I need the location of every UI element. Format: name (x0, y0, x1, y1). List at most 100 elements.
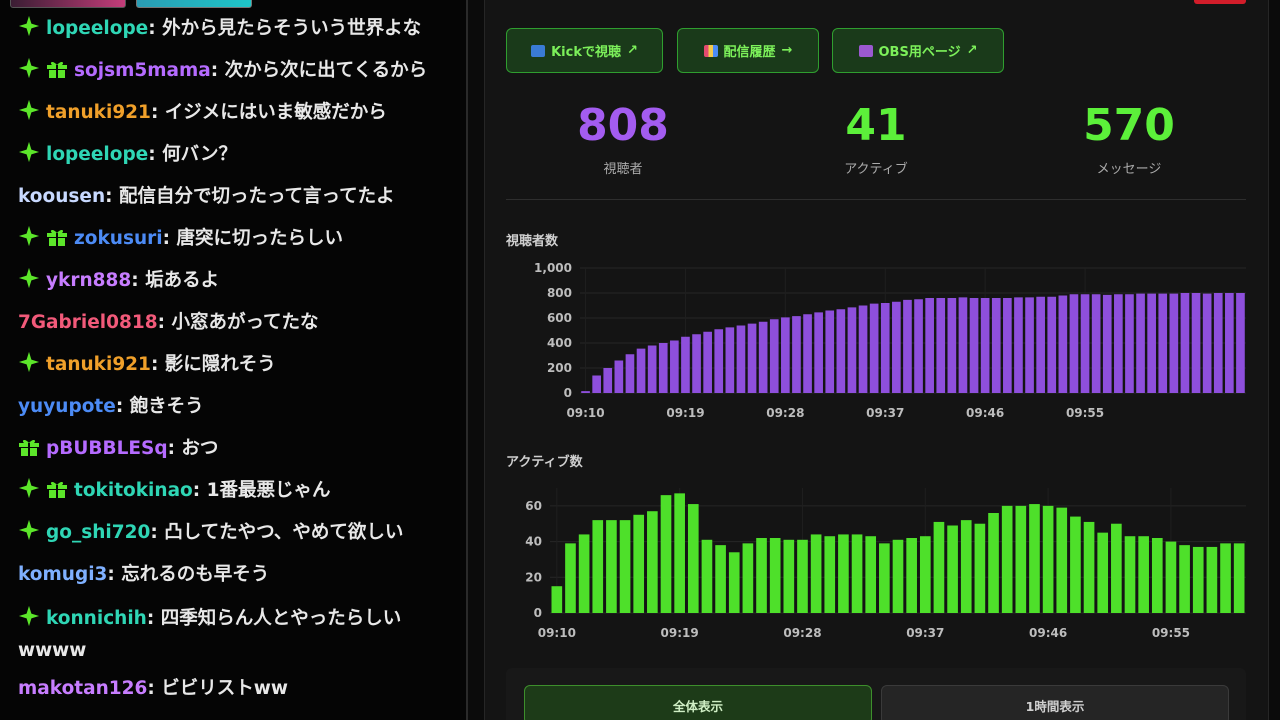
chart-bar[interactable] (919, 536, 931, 613)
chart-bar[interactable] (592, 375, 601, 394)
chat-username[interactable]: go_shi720 (46, 522, 150, 543)
chart-bar[interactable] (1001, 505, 1013, 613)
chart-bar[interactable] (1136, 293, 1145, 393)
chart-bar[interactable] (725, 327, 735, 393)
channel-thumbnail[interactable] (10, 0, 126, 8)
chart-bar[interactable] (947, 525, 958, 614)
chart-bar[interactable] (681, 336, 690, 393)
chart-bar[interactable] (1236, 293, 1245, 393)
chat-username[interactable]: sojsm5mama (74, 60, 211, 81)
chart-bar[interactable] (869, 303, 879, 393)
chart-bar[interactable] (1080, 294, 1090, 393)
chart-bar[interactable] (974, 523, 986, 613)
pane-divider[interactable] (466, 0, 468, 720)
stream-history-button[interactable]: 配信履歴 → (677, 28, 819, 73)
chat-username[interactable]: lopeelope (46, 18, 148, 39)
chart-bar[interactable] (633, 514, 645, 613)
chart-bar[interactable] (1102, 294, 1112, 393)
chart-bar[interactable] (769, 319, 779, 393)
chart-bar[interactable] (814, 312, 823, 393)
kick-watch-button[interactable]: Kickで視聴 ↗ (506, 28, 663, 73)
chart-bar[interactable] (1191, 293, 1201, 393)
chart-bar[interactable] (565, 543, 576, 613)
chart-bar[interactable] (1169, 293, 1179, 393)
chart-bar[interactable] (980, 298, 990, 393)
chart-bar[interactable] (797, 539, 808, 613)
chart-bar[interactable] (578, 534, 590, 613)
chart-bar[interactable] (1014, 297, 1023, 393)
chat-username[interactable]: makotan126 (18, 678, 147, 699)
chart-bar[interactable] (1029, 504, 1040, 613)
chat-username[interactable]: 7Gabriel0818 (18, 312, 158, 333)
chart-bar[interactable] (769, 538, 781, 613)
chart-bar[interactable] (1056, 507, 1068, 613)
chart-bar[interactable] (892, 301, 901, 393)
chart-bar[interactable] (1083, 521, 1095, 613)
chart-bar[interactable] (674, 493, 685, 613)
chart-bar[interactable] (1097, 532, 1109, 613)
chart-bar[interactable] (614, 360, 624, 394)
chart-bar[interactable] (783, 539, 795, 613)
chart-bar[interactable] (728, 552, 740, 613)
chart-bar[interactable] (1025, 297, 1034, 393)
chart-bar[interactable] (879, 543, 890, 613)
chart-bar[interactable] (742, 543, 754, 613)
chart-bar[interactable] (892, 539, 904, 613)
chart-bar[interactable] (925, 298, 934, 393)
chart-bar[interactable] (847, 307, 857, 393)
chart-bar[interactable] (803, 314, 812, 393)
chart-bar[interactable] (692, 334, 701, 393)
chart-bar[interactable] (1015, 505, 1027, 613)
chart-bar[interactable] (603, 368, 613, 393)
chart-bar[interactable] (960, 520, 972, 613)
chat-username[interactable]: zokusuri (74, 228, 163, 249)
chart-bar[interactable] (903, 299, 912, 393)
chart-bar[interactable] (647, 345, 657, 394)
chart-bar[interactable] (936, 298, 946, 393)
obs-page-button[interactable]: OBS用ページ ↗ (832, 28, 1004, 73)
chart-bar[interactable] (1125, 294, 1134, 393)
chart-bar[interactable] (687, 504, 699, 613)
chart-bar[interactable] (715, 545, 726, 613)
chat-username[interactable]: tokitokinao (74, 480, 193, 501)
chart-bar[interactable] (660, 495, 672, 613)
chart-bar[interactable] (636, 348, 646, 393)
chart-bar[interactable] (1036, 296, 1045, 393)
chart-bar[interactable] (865, 536, 877, 613)
chart-bar[interactable] (1179, 545, 1190, 613)
chart-bar[interactable] (1047, 296, 1057, 393)
chart-bar[interactable] (851, 534, 863, 613)
chart-bar[interactable] (810, 534, 822, 613)
chart-bar[interactable] (958, 297, 968, 393)
chart-bar[interactable] (1206, 546, 1218, 613)
chart-bar[interactable] (758, 321, 768, 393)
chat-username[interactable]: pBUBBLESq (46, 438, 168, 459)
chart-bar[interactable] (756, 538, 767, 613)
chart-bar[interactable] (606, 520, 617, 613)
chart-bar[interactable] (1213, 293, 1223, 393)
channel-thumbnail[interactable] (136, 0, 252, 8)
chart-bar[interactable] (906, 538, 917, 613)
chart-bar[interactable] (1158, 293, 1168, 393)
chart-bar[interactable] (1151, 538, 1163, 613)
chart-bar[interactable] (1202, 293, 1212, 393)
chat-username[interactable]: ykrn888 (46, 270, 131, 291)
chart-bar[interactable] (1233, 543, 1245, 613)
chart-bar[interactable] (988, 513, 999, 613)
chart-bar[interactable] (947, 298, 957, 393)
chart-bar[interactable] (1111, 523, 1122, 613)
chart-bar[interactable] (858, 305, 868, 394)
chart-bar[interactable] (1070, 516, 1081, 613)
chart-bar[interactable] (914, 299, 923, 393)
chart-bar[interactable] (1058, 295, 1068, 394)
chart-bar[interactable] (1165, 541, 1177, 613)
chart-bar[interactable] (836, 309, 846, 393)
chart-bar[interactable] (781, 317, 790, 393)
chat-username[interactable]: tanuki921 (46, 354, 151, 375)
chart-bar[interactable] (581, 391, 590, 393)
chart-bar[interactable] (1138, 536, 1149, 613)
chart-bar[interactable] (1192, 546, 1204, 613)
chart-bar[interactable] (1180, 293, 1190, 393)
chart-bar[interactable] (658, 343, 668, 393)
chart-bar[interactable] (701, 539, 713, 613)
